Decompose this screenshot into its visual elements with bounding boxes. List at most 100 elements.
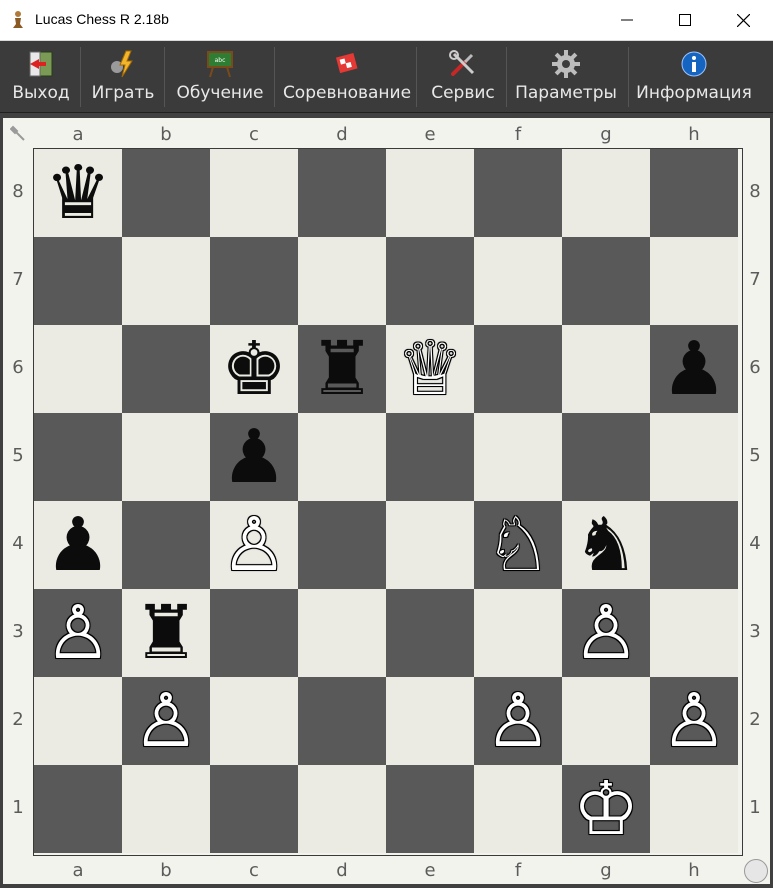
file-label-bottom: g	[600, 860, 612, 881]
square-d4[interactable]	[298, 501, 386, 589]
file-label-top: c	[249, 124, 259, 145]
square-f1[interactable]	[474, 765, 562, 853]
white-knight-f4[interactable]: ♘	[474, 501, 562, 589]
square-d7[interactable]	[298, 237, 386, 325]
square-c2[interactable]	[210, 677, 298, 765]
toolbar-settings-label: Параметры	[515, 83, 617, 103]
black-rook-d6[interactable]: ♜	[298, 325, 386, 413]
file-label-bottom: a	[72, 860, 84, 881]
toolbar-training-button[interactable]: abc Обучение	[176, 41, 264, 112]
square-b1[interactable]	[122, 765, 210, 853]
square-d8[interactable]	[298, 149, 386, 237]
white-pawn-c4[interactable]: ♙	[210, 501, 298, 589]
square-d5[interactable]	[298, 413, 386, 501]
close-icon	[736, 13, 750, 27]
white-pawn-a3[interactable]: ♙	[34, 589, 122, 677]
file-label-bottom: d	[336, 860, 348, 881]
square-g6[interactable]	[562, 325, 650, 413]
square-e5[interactable]	[386, 413, 474, 501]
square-e1[interactable]	[386, 765, 474, 853]
white-pawn-b2[interactable]: ♙	[122, 677, 210, 765]
square-f8[interactable]	[474, 149, 562, 237]
black-knight-g4[interactable]: ♞	[562, 501, 650, 589]
square-g8[interactable]	[562, 149, 650, 237]
chess-board[interactable]: ♛ ♚ ♜ ♕ ♟ ♟ ♟ ♙ ♘ ♞ ♙ ♜ ♙ ♙ ♙ ♙ ♔	[33, 148, 743, 856]
close-button[interactable]	[714, 0, 772, 40]
rank-label-right: 4	[749, 533, 761, 554]
square-b6[interactable]	[122, 325, 210, 413]
square-b5[interactable]	[122, 413, 210, 501]
black-pawn-a4[interactable]: ♟	[34, 501, 122, 589]
square-e2[interactable]	[386, 677, 474, 765]
square-d3[interactable]	[298, 589, 386, 677]
square-a1[interactable]	[34, 765, 122, 853]
square-f3[interactable]	[474, 589, 562, 677]
square-e3[interactable]	[386, 589, 474, 677]
square-a2[interactable]	[34, 677, 122, 765]
toolbar-play-label: Играть	[91, 83, 155, 103]
main-toolbar: Выход Играть abc Обучение Соревнование С…	[0, 41, 773, 113]
training-board-icon: abc	[207, 51, 233, 78]
square-h8[interactable]	[650, 149, 738, 237]
black-king-c6[interactable]: ♚	[210, 325, 298, 413]
square-d2[interactable]	[298, 677, 386, 765]
toolbar-exit-label: Выход	[12, 83, 70, 103]
white-queen-e6[interactable]: ♕	[386, 325, 474, 413]
square-g2[interactable]	[562, 677, 650, 765]
white-pawn-h2[interactable]: ♙	[650, 677, 738, 765]
file-label-top: a	[72, 124, 84, 145]
square-f7[interactable]	[474, 237, 562, 325]
square-b7[interactable]	[122, 237, 210, 325]
toolbar-service-button[interactable]: Сервис	[430, 41, 496, 112]
rank-label-left: 5	[12, 445, 24, 466]
square-h4[interactable]	[650, 501, 738, 589]
file-label-bottom: c	[249, 860, 259, 881]
square-b8[interactable]	[122, 149, 210, 237]
toolbar-training-label: Обучение	[176, 83, 264, 103]
square-b4[interactable]	[122, 501, 210, 589]
square-g7[interactable]	[562, 237, 650, 325]
square-c1[interactable]	[210, 765, 298, 853]
square-c7[interactable]	[210, 237, 298, 325]
black-rook-b3[interactable]: ♜	[122, 589, 210, 677]
white-pawn-g3[interactable]: ♙	[562, 589, 650, 677]
square-e8[interactable]	[386, 149, 474, 237]
toolbar-play-button[interactable]: Играть	[92, 41, 154, 112]
toolbar-exit-button[interactable]: Выход	[12, 41, 70, 112]
square-g5[interactable]	[562, 413, 650, 501]
maximize-button[interactable]	[656, 0, 714, 40]
square-e7[interactable]	[386, 237, 474, 325]
black-pawn-c5[interactable]: ♟	[210, 413, 298, 501]
toolbar-settings-button[interactable]: Параметры	[515, 41, 617, 112]
app-pawn-icon	[13, 11, 23, 28]
file-label-top: g	[600, 124, 612, 145]
square-c8[interactable]	[210, 149, 298, 237]
file-label-top: e	[424, 124, 436, 145]
file-label-top: h	[688, 124, 700, 145]
square-h1[interactable]	[650, 765, 738, 853]
wrench-icon[interactable]	[10, 125, 26, 141]
square-h3[interactable]	[650, 589, 738, 677]
square-c3[interactable]	[210, 589, 298, 677]
svg-text:abc: abc	[215, 57, 226, 64]
toolbar-service-label: Сервис	[431, 83, 495, 103]
square-a6[interactable]	[34, 325, 122, 413]
square-h5[interactable]	[650, 413, 738, 501]
square-e4[interactable]	[386, 501, 474, 589]
minimize-button[interactable]	[598, 0, 656, 40]
square-a5[interactable]	[34, 413, 122, 501]
toolbar-info-button[interactable]: Информация	[636, 41, 752, 112]
rank-label-left: 1	[12, 797, 24, 818]
square-h7[interactable]	[650, 237, 738, 325]
black-pawn-h6[interactable]: ♟	[650, 325, 738, 413]
white-pawn-f2[interactable]: ♙	[474, 677, 562, 765]
play-lightning-icon	[111, 50, 133, 78]
square-f5[interactable]	[474, 413, 562, 501]
square-a7[interactable]	[34, 237, 122, 325]
black-queen-a8[interactable]: ♛	[34, 149, 122, 237]
rank-label-right: 2	[749, 709, 761, 730]
white-king-g1[interactable]: ♔	[562, 765, 650, 853]
square-d1[interactable]	[298, 765, 386, 853]
toolbar-competition-button[interactable]: Соревнование	[283, 41, 411, 112]
square-f6[interactable]	[474, 325, 562, 413]
